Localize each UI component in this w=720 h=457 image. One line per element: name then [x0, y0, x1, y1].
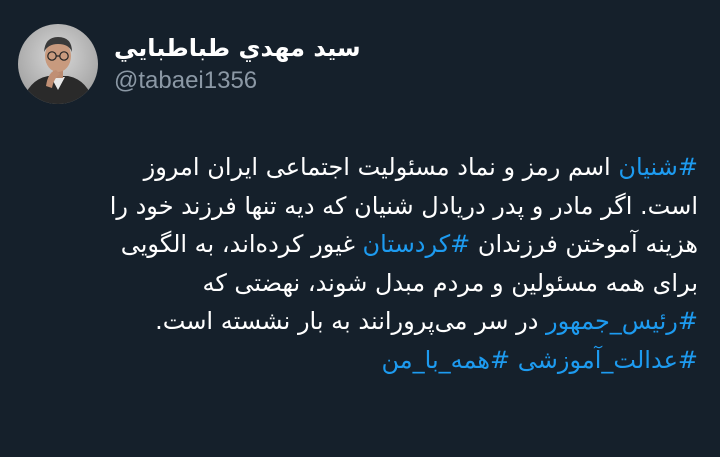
display-name[interactable]: سید مهدي طباطبايي: [114, 32, 361, 64]
tweet-line-1: #شنیان اسم رمز و نماد مسئولیت اجتماعی ای…: [18, 148, 698, 187]
tweet-text-segment: اسم رمز و نماد مسئولیت اجتماعی ایران امر…: [143, 153, 619, 181]
tweet-line-6: #عدالت_آموزشی #همه_با_من: [18, 341, 698, 380]
hashtag-link[interactable]: #رئیس_جمهور: [546, 307, 698, 335]
tweet-text-segment: در سر می‌پرورانند به بار نشسته است.: [155, 307, 547, 335]
tweet-text-segment: غیور کرده‌اند، به الگویی: [120, 230, 363, 258]
tweet-header: سید مهدي طباطبايي @tabaei1356: [18, 22, 361, 106]
hashtag-separator: [510, 346, 518, 374]
username-handle[interactable]: @tabaei1356: [114, 66, 257, 96]
avatar-image: [18, 24, 98, 104]
avatar[interactable]: [18, 24, 98, 104]
hashtag-link[interactable]: #همه_با_من: [382, 346, 511, 374]
tweet-text-segment: هزینه آموختن فرزندان: [470, 230, 698, 258]
tweet-card: سید مهدي طباطبايي @tabaei1356 #شنیان اسم…: [0, 0, 720, 457]
tweet-text: #شنیان اسم رمز و نماد مسئولیت اجتماعی ای…: [18, 148, 698, 379]
hashtag-link[interactable]: #کردستان: [363, 230, 471, 258]
tweet-line-5: #رئیس_جمهور در سر می‌پرورانند به بار نشس…: [18, 302, 698, 341]
author-names: سید مهدي طباطبايي @tabaei1356: [114, 32, 361, 96]
tweet-line-3: هزینه آموختن فرزندان #کردستان غیور کرده‌…: [18, 225, 698, 264]
hashtag-link[interactable]: #عدالت_آموزشی: [518, 346, 698, 374]
tweet-line-4: برای همه مسئولین و مردم مبدل شوند، نهضتی…: [202, 268, 698, 297]
hashtag-link[interactable]: #شنیان: [618, 153, 698, 181]
tweet-line-2: است. اگر مادر و پدر دریادل شنیان که دیه …: [109, 191, 698, 220]
